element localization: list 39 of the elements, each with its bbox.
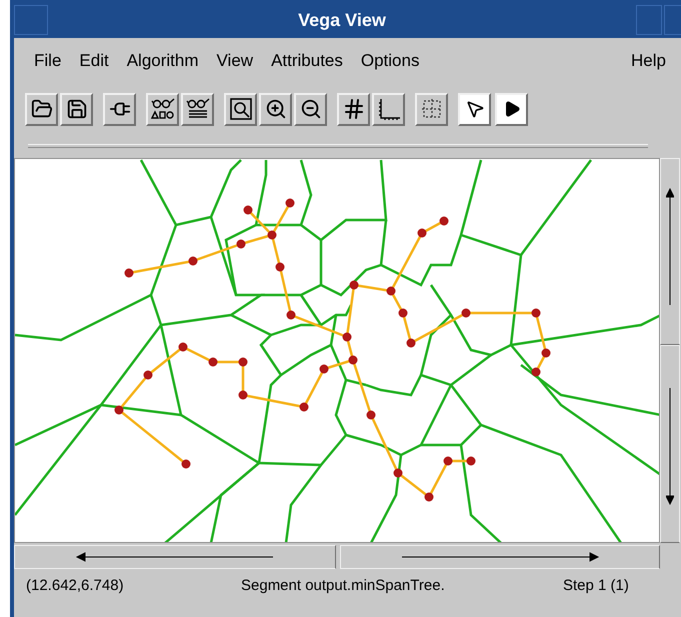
coordinates-text: (12.642,6.748) [26, 576, 125, 596]
window-title: Vega View [297, 8, 387, 32]
scroll-left-button[interactable] [14, 545, 336, 569]
zoom-out-button[interactable] [294, 92, 327, 126]
plug-button[interactable] [103, 92, 136, 126]
shapes-button[interactable] [146, 92, 179, 126]
select-region-button[interactable] [415, 92, 448, 126]
zoom-in-button[interactable] [259, 92, 292, 126]
right-arrow-icon [400, 552, 600, 562]
up-arrow-icon [666, 187, 674, 307]
axes-icon [376, 97, 400, 121]
folder-icon [30, 98, 52, 120]
menu-item[interactable]: Edit [79, 48, 109, 74]
lines-button[interactable] [181, 92, 214, 126]
grid-button[interactable] [337, 92, 370, 126]
scroll-up-button[interactable] [660, 158, 680, 344]
pointer-icon [464, 99, 484, 119]
open-button[interactable] [25, 92, 58, 126]
pointer-button[interactable] [458, 92, 491, 126]
menu-item[interactable]: Options [360, 48, 420, 74]
left-arrow-icon [75, 552, 275, 562]
menu-item[interactable]: Help [631, 48, 666, 74]
glasses-shapes-icon [150, 97, 176, 121]
axes-button[interactable] [372, 92, 405, 126]
menu-item[interactable]: Attributes [271, 48, 343, 74]
down-arrow-icon [666, 386, 674, 506]
zoom-window-button[interactable] [224, 92, 257, 126]
scroll-down-button[interactable] [660, 344, 680, 543]
save-button[interactable] [60, 92, 93, 126]
zoom-in-icon [264, 98, 286, 120]
menu-item[interactable]: Algorithm [126, 48, 199, 74]
play-button[interactable] [495, 92, 528, 126]
menu-item[interactable]: File [34, 48, 62, 74]
status-message: Segment output.minSpanTree. [241, 576, 446, 596]
scroll-right-button[interactable] [340, 545, 660, 569]
zoom-window-icon [228, 97, 252, 121]
menu-item[interactable]: View [216, 48, 254, 74]
zoom-out-icon [300, 98, 322, 120]
step-counter: Step 1 (1) [563, 576, 629, 596]
